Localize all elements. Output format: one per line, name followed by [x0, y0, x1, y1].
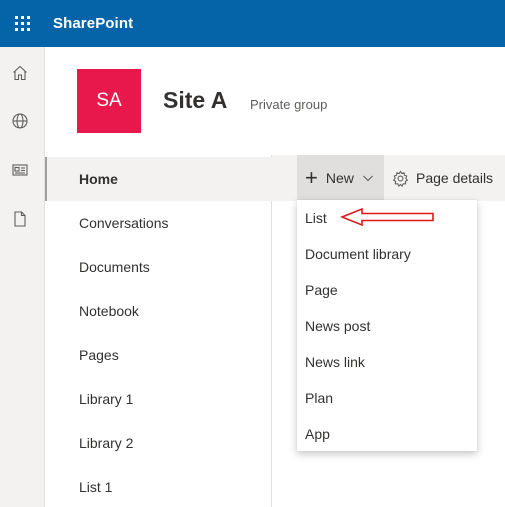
- menu-item-news-link[interactable]: News link: [297, 344, 477, 380]
- nav-item-documents[interactable]: Documents: [45, 245, 272, 289]
- menu-item-news-post[interactable]: News post: [297, 308, 477, 344]
- plus-icon: +: [305, 165, 318, 190]
- nav-item-pages[interactable]: Pages: [45, 333, 272, 377]
- document-icon[interactable]: [11, 210, 29, 228]
- menu-item-document-library[interactable]: Document library: [297, 236, 477, 272]
- app-rail: [0, 47, 45, 507]
- nav-item-home[interactable]: Home: [45, 157, 272, 201]
- app-title[interactable]: SharePoint: [53, 15, 133, 32]
- chevron-down-icon: [362, 175, 373, 182]
- command-bar: + New Page details: [272, 155, 505, 201]
- news-icon[interactable]: [11, 161, 29, 179]
- nav-item-library-1[interactable]: Library 1: [45, 377, 272, 421]
- home-icon[interactable]: [11, 64, 29, 82]
- annotation-arrow-icon: [340, 207, 434, 227]
- site-subtitle: Private group: [250, 97, 328, 112]
- nav-item-library-2[interactable]: Library 2: [45, 421, 272, 465]
- new-button[interactable]: + New: [297, 155, 384, 201]
- page-details-button[interactable]: Page details: [392, 155, 493, 201]
- site-logo[interactable]: SA: [77, 69, 141, 133]
- menu-item-page[interactable]: Page: [297, 272, 477, 308]
- site-navigation: Home Conversations Documents Notebook Pa…: [45, 155, 272, 507]
- new-menu: List Document library Page News post New…: [297, 200, 477, 451]
- site-header: SA Site A Private group: [45, 47, 505, 155]
- nav-item-list-1[interactable]: List 1: [45, 465, 272, 507]
- new-button-label: New: [325, 170, 354, 186]
- suite-bar: SharePoint: [0, 0, 505, 47]
- app-launcher-icon[interactable]: [0, 0, 44, 47]
- menu-item-app[interactable]: App: [297, 416, 477, 452]
- nav-item-notebook[interactable]: Notebook: [45, 289, 272, 333]
- gear-icon: [392, 169, 409, 187]
- nav-item-conversations[interactable]: Conversations: [45, 201, 272, 245]
- site-title[interactable]: Site A: [163, 87, 227, 114]
- globe-icon[interactable]: [11, 112, 29, 130]
- page-details-label: Page details: [416, 170, 494, 186]
- menu-item-plan[interactable]: Plan: [297, 380, 477, 416]
